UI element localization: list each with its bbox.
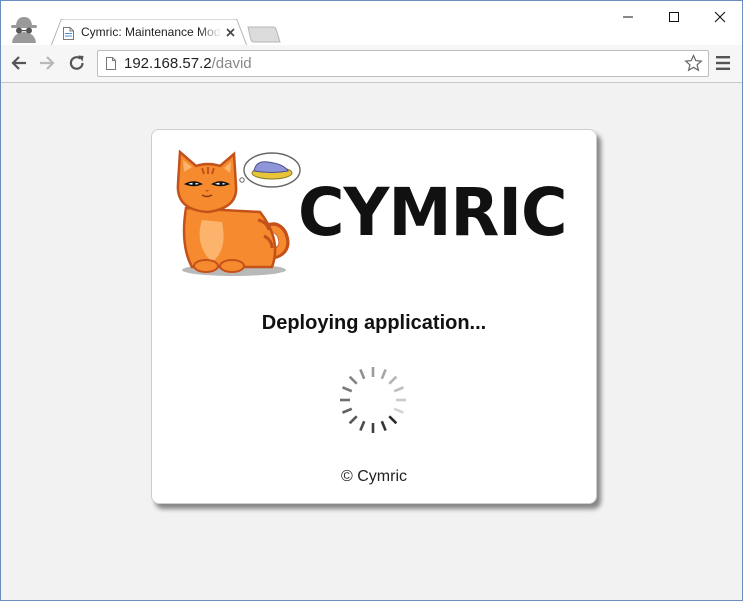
close-icon [714,11,726,23]
spinner-tick [348,415,358,425]
copyright-footer: © Cymric [341,468,407,485]
hamburger-menu-icon[interactable] [716,55,730,71]
spinner-tick [388,375,398,385]
spinner-tick [359,369,366,380]
spinner-tick [359,420,366,431]
new-tab-button[interactable] [247,26,281,43]
minimize-icon [623,16,633,18]
close-window-button[interactable] [697,1,742,31]
spinner-tick [342,407,353,414]
back-arrow-icon[interactable] [9,53,29,73]
url-host: 192.168.57.2 [124,55,212,72]
url-text[interactable]: 192.168.57.2/david [124,55,252,72]
tab-title: Cymric: Maintenance Mode [81,25,221,41]
browser-toolbar: 192.168.57.2/david [1,45,742,83]
browser-window: Cymric: Maintenance Mode 192.168.57.2/da… [0,0,743,601]
address-bar[interactable]: 192.168.57.2/david [97,50,709,77]
active-tab[interactable]: Cymric: Maintenance Mode [51,19,247,46]
page-viewport: CYMRIC Deploying application... © Cymric [1,83,742,600]
maximize-button[interactable] [651,1,697,31]
incognito-icon [11,17,37,43]
spinner-tick [380,420,387,431]
page-icon [106,57,116,70]
page-icon [63,27,74,40]
forward-arrow-icon[interactable] [37,53,57,73]
maximize-icon [669,12,679,22]
status-message: Deploying application... [261,312,487,334]
reload-icon[interactable] [67,53,87,73]
url-path: /david [211,55,252,72]
spinner-tick [393,407,404,414]
tab-strip: Cymric: Maintenance Mode [1,1,742,46]
spinner-tick [393,386,404,393]
spinner-tick [342,386,353,393]
spinner-tick [348,375,358,385]
spinner-tick [380,369,387,380]
brand-wordmark: CYMRIC [298,174,568,251]
loading-spinner [340,367,406,433]
maintenance-card: CYMRIC Deploying application... © Cymric [151,129,597,504]
minimize-button[interactable] [605,1,651,31]
star-icon[interactable] [684,54,703,73]
close-tab-icon[interactable] [225,27,236,38]
spinner-tick [388,415,398,425]
